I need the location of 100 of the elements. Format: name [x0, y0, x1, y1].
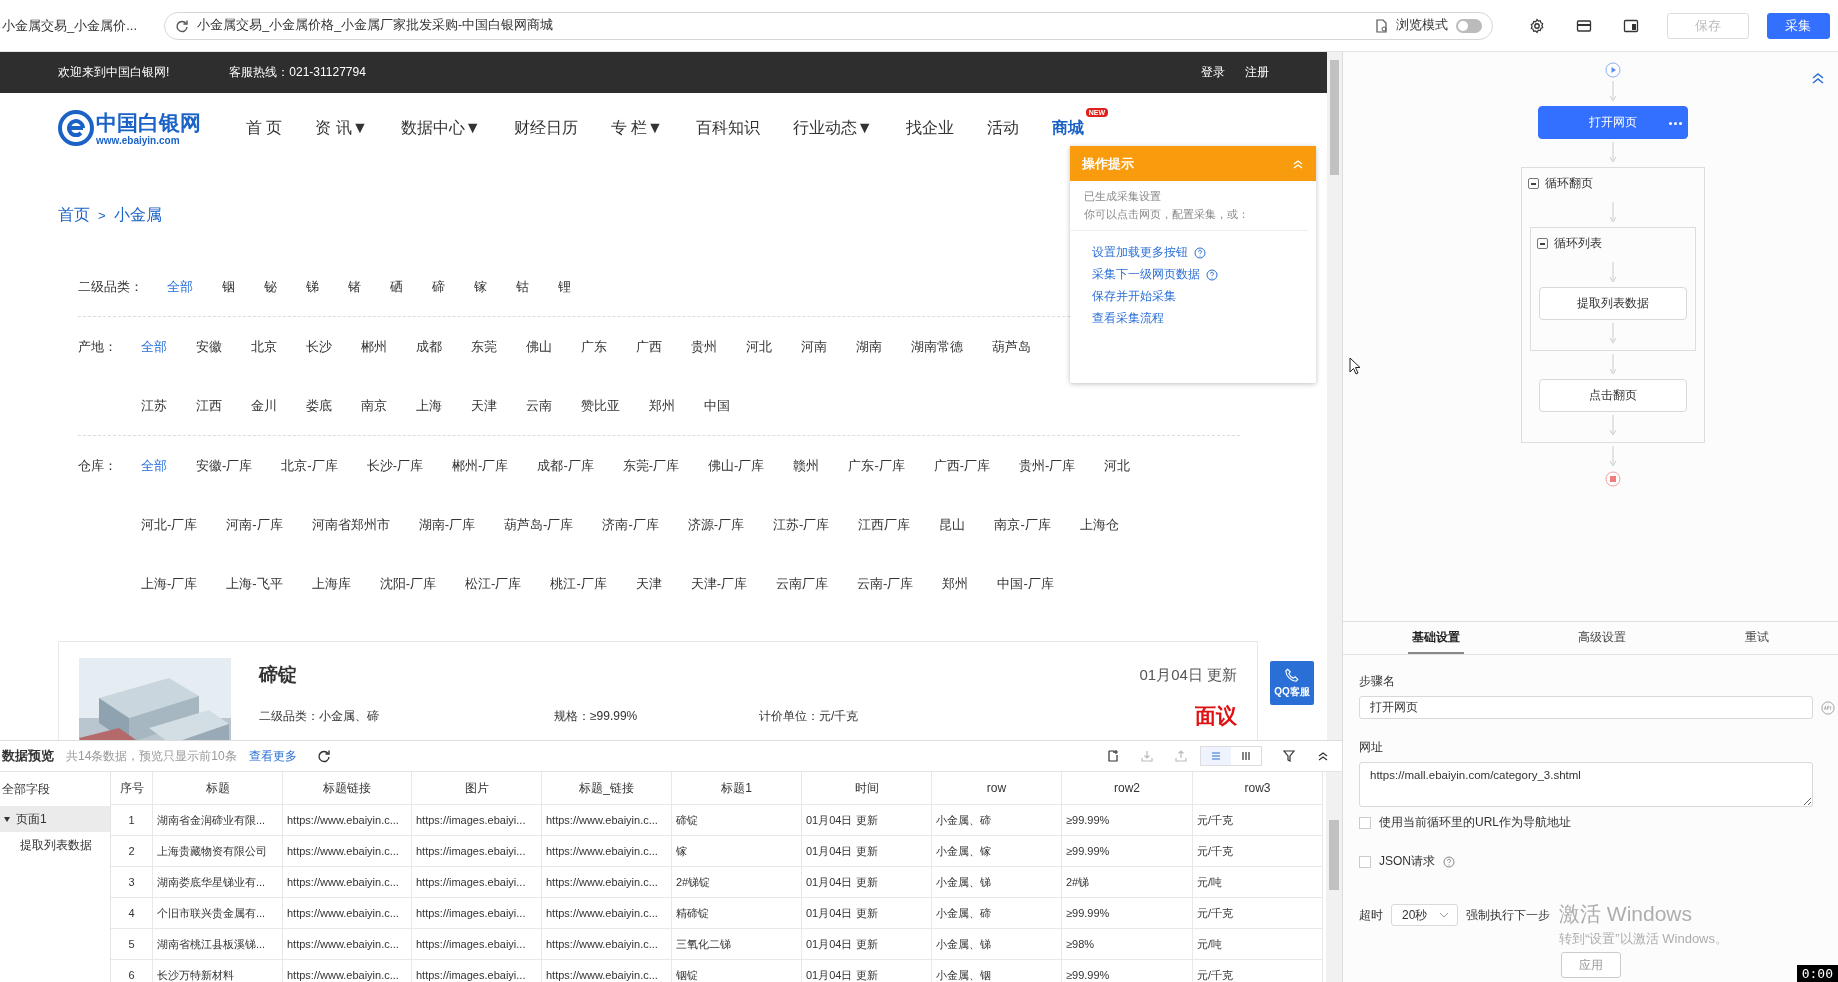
filter-option[interactable]: 江西厂库 [858, 515, 911, 534]
filter-option[interactable]: 河北 [1104, 456, 1131, 475]
filter-option[interactable]: 长沙 [306, 337, 332, 356]
guide-link[interactable]: 保存并开始采集 [1092, 289, 1176, 304]
add-page-icon[interactable] [1106, 749, 1120, 763]
filter-option[interactable]: 全部 [167, 277, 193, 296]
filter-option[interactable]: 金川 [251, 396, 277, 415]
filter-option[interactable]: 碲 [432, 277, 445, 296]
list-view-button[interactable] [1201, 747, 1231, 765]
nav-item[interactable]: 财经日历 [513, 118, 578, 136]
filter-option[interactable]: 铋 [264, 277, 277, 296]
help-icon[interactable] [1206, 268, 1218, 281]
nav-item[interactable]: 首 页 [246, 118, 283, 136]
filter-option[interactable]: 成都-厂库 [537, 456, 594, 475]
filter-option[interactable]: 全部 [141, 337, 167, 356]
step-name-field[interactable]: 打开网页 [1359, 696, 1813, 719]
filter-option[interactable]: 湖南常德 [911, 337, 963, 356]
filter-option[interactable]: 上海-飞平 [226, 574, 283, 593]
account-link[interactable]: 登录 [1201, 64, 1225, 81]
tree-item[interactable]: 页面1 [0, 806, 110, 832]
filter-option[interactable]: 铟 [222, 277, 235, 296]
filter-option[interactable]: 河南省郑州市 [311, 515, 390, 534]
filter-option[interactable]: 郑州 [649, 396, 675, 415]
nav-item[interactable]: 商城 [1051, 118, 1084, 136]
settings-icon[interactable] [1529, 17, 1546, 34]
filter-option[interactable]: 锂 [558, 277, 571, 296]
filter-option[interactable]: 上海-厂库 [141, 574, 198, 593]
filter-option[interactable]: 中国 [704, 396, 730, 415]
filter-option[interactable]: 长沙-厂库 [366, 456, 424, 475]
checkbox[interactable] [1359, 816, 1371, 829]
filter-option[interactable]: 南京-厂库 [994, 515, 1051, 534]
filter-option[interactable]: 江苏 [141, 396, 167, 415]
filter-option[interactable]: 葫芦岛 [992, 337, 1031, 356]
tree-item[interactable]: 提取列表数据 [0, 832, 110, 858]
nav-item[interactable]: 数据中心▼ [400, 118, 481, 136]
checkbox-label[interactable]: 使用当前循环里的URL作为导航地址 [1379, 814, 1571, 831]
filter-option[interactable]: 安徽 [196, 337, 222, 356]
upload-icon[interactable] [1174, 749, 1188, 763]
guide-link[interactable]: 设置加载更多按钮 [1092, 245, 1188, 260]
filter-option[interactable]: 天津 [635, 574, 662, 593]
filter-option[interactable]: 东莞-厂库 [622, 456, 680, 475]
filter-option[interactable]: 郴州 [361, 337, 387, 356]
account-link[interactable]: 注册 [1245, 64, 1269, 81]
filter-option[interactable]: 佛山 [526, 337, 552, 356]
filter-option[interactable]: 成都 [416, 337, 442, 356]
filter-option[interactable]: 沈阳-厂库 [379, 574, 437, 593]
flow-step[interactable]: 点击翻页 [1538, 379, 1687, 412]
filter-option[interactable]: 昆山 [939, 515, 966, 534]
browser-tab-title[interactable]: 小金属交易_小金属价... [2, 16, 151, 35]
filter-option[interactable]: 广西 [636, 337, 662, 356]
filter-option[interactable]: 锑 [306, 277, 319, 296]
checkbox-label[interactable]: JSON请求 [1379, 853, 1435, 870]
filter-option[interactable]: 江苏-厂库 [773, 515, 830, 534]
filter-option[interactable]: 赞比亚 [581, 396, 620, 415]
filter-option[interactable]: 河北 [746, 337, 772, 356]
filter-option[interactable]: 全部 [141, 456, 167, 475]
refresh-icon[interactable] [316, 749, 331, 763]
filter-option[interactable]: 云南厂库 [776, 574, 829, 593]
nav-item[interactable]: 找企业 [905, 118, 954, 136]
filter-option[interactable]: 广东 [581, 337, 607, 356]
url-field[interactable]: https://mall.ebaiyin.com/category_3.shtml [1359, 762, 1813, 807]
flow-step[interactable]: 打开网页 [1537, 106, 1688, 139]
filter-option[interactable]: 娄底 [306, 396, 332, 415]
reload-icon[interactable] [175, 18, 190, 33]
window-icon[interactable] [1623, 17, 1640, 34]
logo-icon[interactable] [58, 110, 94, 146]
filter-option[interactable]: 钴 [516, 277, 529, 296]
filter-icon[interactable] [1282, 749, 1296, 763]
collapse-icon[interactable] [1536, 238, 1548, 249]
filter-option[interactable]: 湖南-厂库 [418, 515, 476, 534]
scrollbar[interactable] [1327, 52, 1342, 740]
filter-option[interactable]: 南京 [361, 396, 387, 415]
filter-option[interactable]: 天津 [471, 396, 497, 415]
qq-service-button[interactable]: QQ客服 [1270, 661, 1314, 705]
filter-option[interactable]: 江西 [196, 396, 222, 415]
breadcrumb-link[interactable]: 小金属 [113, 204, 162, 226]
filter-option[interactable]: 济南-厂库 [602, 515, 659, 534]
filter-option[interactable]: 镓 [474, 277, 487, 296]
view-more-link[interactable]: 查看更多 [248, 747, 297, 765]
filter-option[interactable]: 松江-厂库 [465, 574, 522, 593]
checkbox[interactable] [1359, 855, 1371, 868]
filter-option[interactable]: 赣州 [793, 456, 820, 475]
filter-option[interactable]: 硒 [390, 277, 403, 296]
help-icon[interactable] [1194, 246, 1206, 259]
filter-option[interactable]: 湖南 [856, 337, 882, 356]
loop-container[interactable]: 循环列表 提取列表数据 [1529, 227, 1696, 351]
filter-option[interactable]: 北京 [251, 337, 277, 356]
card-icon[interactable] [1576, 17, 1593, 34]
filter-option[interactable]: 上海库 [311, 574, 351, 593]
filter-option[interactable]: 郑州 [942, 574, 969, 593]
nav-item[interactable]: 专 栏▼ [610, 118, 663, 136]
nav-item[interactable]: 资 讯▼ [315, 118, 368, 136]
nav-item[interactable]: 百科知识 [695, 118, 760, 136]
filter-option[interactable]: 上海 [416, 396, 442, 415]
settings-tab[interactable]: 高级设置 [1574, 622, 1631, 654]
filter-option[interactable]: 葫芦岛-厂库 [504, 515, 574, 534]
collapse-icon[interactable] [1527, 178, 1539, 189]
filter-option[interactable]: 安徽-厂库 [196, 456, 253, 475]
filter-option[interactable]: 北京-厂库 [281, 456, 338, 475]
filter-option[interactable]: 河南-厂库 [226, 515, 283, 534]
